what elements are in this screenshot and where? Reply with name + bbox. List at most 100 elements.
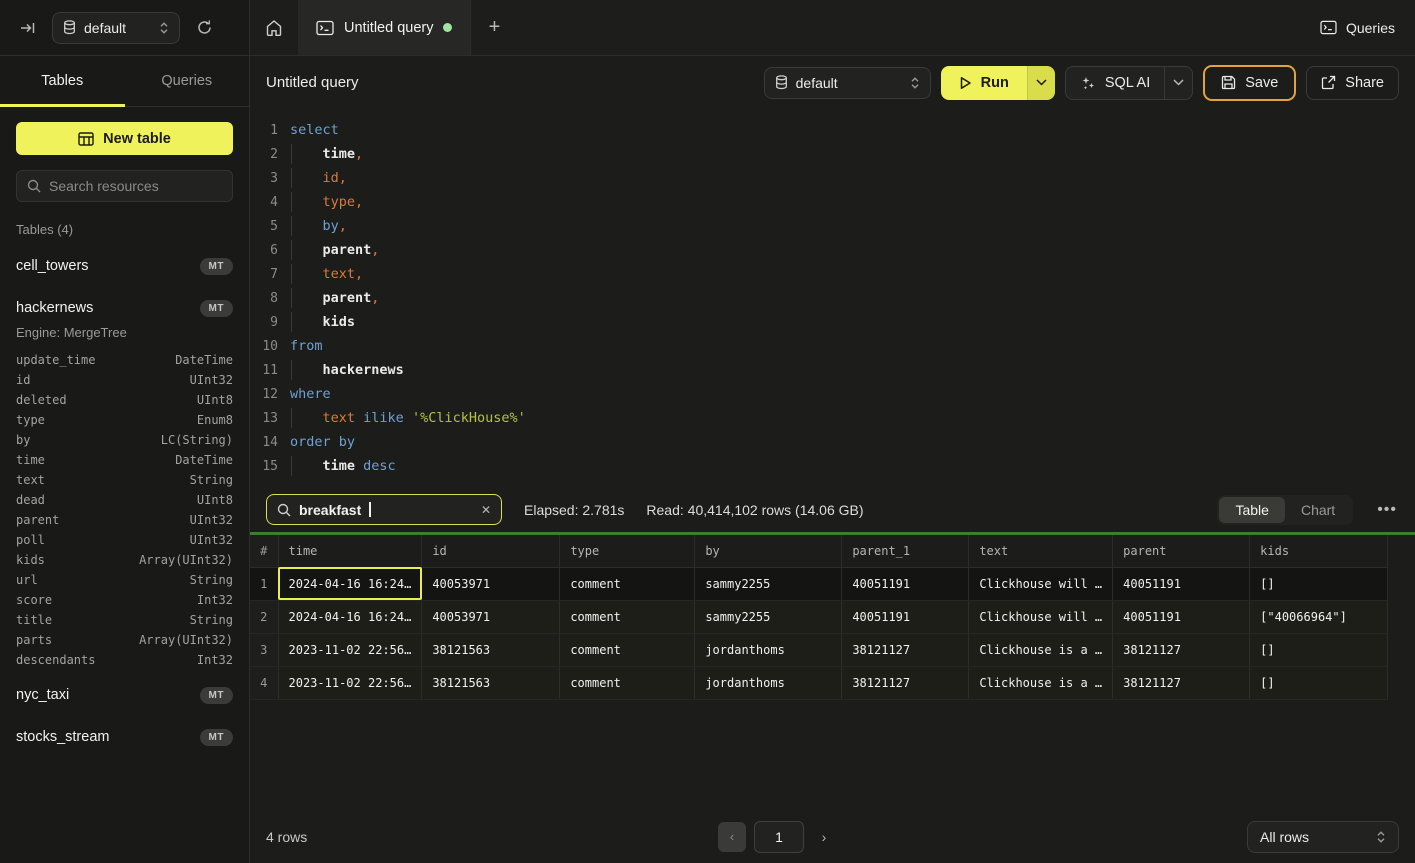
queries-button[interactable]: Queries xyxy=(1300,0,1415,55)
column-header-time[interactable]: time xyxy=(278,535,422,567)
sql-editor[interactable]: 1select2 time,3 id,4 type,5 by,6 parent,… xyxy=(250,109,1415,487)
cell-text[interactable]: Clickhouse will … xyxy=(969,567,1113,600)
results-search-box[interactable]: breakfast ✕ xyxy=(266,494,502,525)
code-line[interactable]: 13 text ilike '%ClickHouse%' xyxy=(250,406,1415,430)
code-line[interactable]: 7 text, xyxy=(250,262,1415,286)
cell-text[interactable]: Clickhouse will … xyxy=(969,600,1113,633)
cell-parent[interactable]: 38121127 xyxy=(1113,633,1250,666)
code-line[interactable]: 9 kids xyxy=(250,310,1415,334)
code-line[interactable]: 11 hackernews xyxy=(250,358,1415,382)
cell-time[interactable]: 2024-04-16 16:24… xyxy=(278,600,422,633)
cell-kids[interactable]: [] xyxy=(1250,666,1388,699)
cell-id[interactable]: 38121563 xyxy=(422,633,560,666)
grid-body: 12024-04-16 16:24…40053971commentsammy22… xyxy=(250,567,1388,699)
code-line[interactable]: 6 parent, xyxy=(250,238,1415,262)
cell-time[interactable]: 2024-04-16 16:24… xyxy=(278,567,422,600)
row-number[interactable]: 2 xyxy=(250,600,278,633)
line-number: 5 xyxy=(250,219,278,234)
sidebar-table-item[interactable]: stocks_streamMT xyxy=(16,722,233,752)
column-header-by[interactable]: by xyxy=(695,535,842,567)
pagination: ‹ 1 › xyxy=(718,821,836,853)
column-type: Array(UInt32) xyxy=(139,633,233,647)
sidebar-search-input[interactable] xyxy=(49,178,222,194)
more-options-icon[interactable]: ••• xyxy=(1375,501,1399,519)
sidebar-search[interactable] xyxy=(16,170,233,202)
sidebar-tab-tables[interactable]: Tables xyxy=(0,56,125,106)
cell-kids[interactable]: [] xyxy=(1250,633,1388,666)
column-header-parent_1[interactable]: parent_1 xyxy=(842,535,969,567)
cell-text[interactable]: Clickhouse is a … xyxy=(969,666,1113,699)
new-tab-button[interactable]: + xyxy=(471,0,517,55)
share-button[interactable]: Share xyxy=(1306,66,1399,100)
code-line[interactable]: 14order by xyxy=(250,430,1415,454)
cell-parent_1[interactable]: 40051191 xyxy=(842,567,969,600)
prev-page-button[interactable]: ‹ xyxy=(718,822,746,852)
cell-by[interactable]: sammy2255 xyxy=(695,567,842,600)
clear-search-icon[interactable]: ✕ xyxy=(481,503,491,517)
cell-id[interactable]: 40053971 xyxy=(422,567,560,600)
cell-parent[interactable]: 40051191 xyxy=(1113,567,1250,600)
row-number[interactable]: 1 xyxy=(250,567,278,600)
query-database-selector[interactable]: default xyxy=(764,67,931,99)
database-selector[interactable]: default xyxy=(52,12,180,44)
cell-time[interactable]: 2023-11-02 22:56… xyxy=(278,666,422,699)
column-header-id[interactable]: id xyxy=(422,535,560,567)
sidebar-tab-queries[interactable]: Queries xyxy=(125,56,250,106)
cell-type[interactable]: comment xyxy=(560,666,695,699)
cell-id[interactable]: 38121563 xyxy=(422,666,560,699)
tab-untitled-query[interactable]: Untitled query xyxy=(298,0,471,55)
cell-by[interactable]: jordanthoms xyxy=(695,633,842,666)
code-line[interactable]: 2 time, xyxy=(250,142,1415,166)
cell-by[interactable]: sammy2255 xyxy=(695,600,842,633)
sidebar-table-item[interactable]: cell_towersMT xyxy=(16,251,233,281)
cell-time[interactable]: 2023-11-02 22:56… xyxy=(278,633,422,666)
sql-ai-options-button[interactable] xyxy=(1164,67,1192,99)
cell-by[interactable]: jordanthoms xyxy=(695,666,842,699)
view-toggle-table[interactable]: Table xyxy=(1219,497,1284,523)
cell-type[interactable]: comment xyxy=(560,633,695,666)
cell-parent[interactable]: 38121127 xyxy=(1113,666,1250,699)
cell-parent_1[interactable]: 38121127 xyxy=(842,633,969,666)
cell-id[interactable]: 40053971 xyxy=(422,600,560,633)
save-button[interactable]: Save xyxy=(1203,65,1296,101)
code-line[interactable]: 15 time desc xyxy=(250,454,1415,478)
code-line[interactable]: 1select xyxy=(250,118,1415,142)
column-header-kids[interactable]: kids xyxy=(1250,535,1388,567)
current-page[interactable]: 1 xyxy=(754,821,804,853)
code-line[interactable]: 10from xyxy=(250,334,1415,358)
row-number[interactable]: 3 xyxy=(250,633,278,666)
column-header-rownum[interactable]: # xyxy=(250,535,278,567)
cell-kids[interactable]: [] xyxy=(1250,567,1388,600)
refresh-icon[interactable] xyxy=(190,14,218,42)
cell-parent_1[interactable]: 40051191 xyxy=(842,600,969,633)
cell-type[interactable]: comment xyxy=(560,600,695,633)
cell-type[interactable]: comment xyxy=(560,567,695,600)
column-type: String xyxy=(190,473,233,487)
column-header-text[interactable]: text xyxy=(969,535,1113,567)
cell-kids[interactable]: ["40066964"] xyxy=(1250,600,1388,633)
run-button[interactable]: Run xyxy=(941,66,1027,100)
table-grid-icon xyxy=(78,132,94,146)
column-header-type[interactable]: type xyxy=(560,535,695,567)
cell-parent_1[interactable]: 38121127 xyxy=(842,666,969,699)
code-line[interactable]: 3 id, xyxy=(250,166,1415,190)
line-number: 11 xyxy=(250,363,278,378)
code-line[interactable]: 5 by, xyxy=(250,214,1415,238)
cell-text[interactable]: Clickhouse is a … xyxy=(969,633,1113,666)
view-toggle-chart[interactable]: Chart xyxy=(1285,497,1351,523)
new-table-button[interactable]: New table xyxy=(16,122,233,155)
sidebar-table-item[interactable]: nyc_taxiMT xyxy=(16,680,233,710)
cell-parent[interactable]: 40051191 xyxy=(1113,600,1250,633)
code-line[interactable]: 4 type, xyxy=(250,190,1415,214)
page-size-selector[interactable]: All rows xyxy=(1247,821,1399,853)
sql-ai-button[interactable]: SQL AI xyxy=(1066,67,1164,99)
code-line[interactable]: 12where xyxy=(250,382,1415,406)
column-header-parent[interactable]: parent xyxy=(1113,535,1250,567)
run-options-button[interactable] xyxy=(1027,66,1055,100)
row-number[interactable]: 4 xyxy=(250,666,278,699)
collapse-sidebar-icon[interactable] xyxy=(14,14,42,42)
home-tab[interactable] xyxy=(250,0,298,55)
next-page-button[interactable]: › xyxy=(812,822,836,852)
code-line[interactable]: 8 parent, xyxy=(250,286,1415,310)
sidebar-table-item[interactable]: hackernewsMT xyxy=(16,293,233,323)
